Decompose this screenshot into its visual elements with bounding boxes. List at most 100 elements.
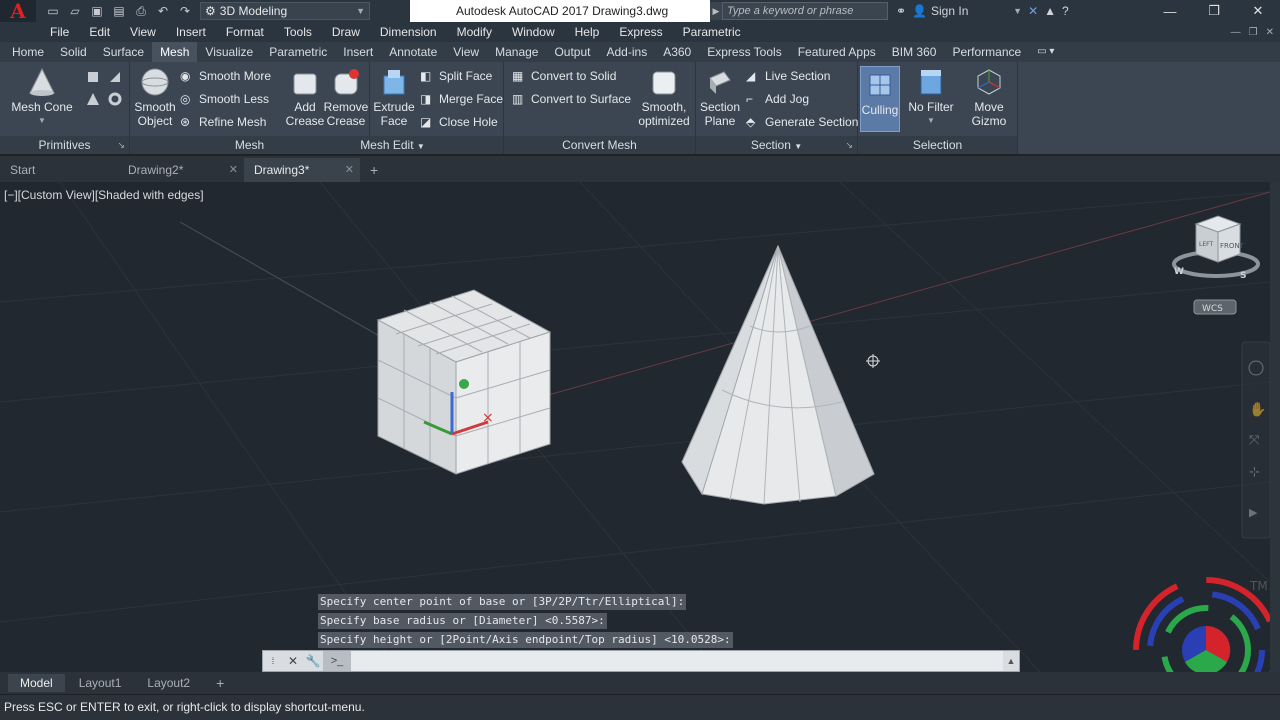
add-crease-button[interactable]: Add Crease	[284, 66, 326, 128]
tab-mesh[interactable]: Mesh	[152, 42, 198, 62]
search-expand-icon[interactable]: ▶	[710, 2, 722, 20]
menu-modify[interactable]: Modify	[447, 25, 502, 39]
menu-tools[interactable]: Tools	[274, 25, 322, 39]
sign-in-button[interactable]: 👤 Sign In ▼	[912, 4, 1022, 18]
new-tab-button[interactable]: +	[360, 158, 388, 182]
mesh-box[interactable]: ×	[376, 289, 552, 475]
exchange-apps-icon[interactable]: ✕	[1028, 4, 1038, 18]
convert-to-solid-button[interactable]: ▦ Convert to Solid	[512, 66, 616, 86]
restore-icon[interactable]: ❐	[1192, 0, 1236, 22]
menu-insert[interactable]: Insert	[166, 25, 216, 39]
live-section-button[interactable]: ◢ Live Section	[746, 66, 830, 86]
save-icon[interactable]: ▣	[88, 2, 106, 20]
orbit-icon[interactable]: ⊹	[1249, 465, 1260, 480]
undo-icon[interactable]: ↶	[154, 2, 172, 20]
stay-connected-icon[interactable]: ▲	[1044, 4, 1056, 18]
tab-featured-apps[interactable]: Featured Apps	[790, 42, 884, 62]
smooth-optimized-dropdown[interactable]: Smooth, optimized	[634, 66, 694, 128]
tab-solid[interactable]: Solid	[52, 42, 95, 62]
tab-insert[interactable]: Insert	[335, 42, 381, 62]
primitive-box-icon[interactable]	[86, 70, 100, 84]
command-input[interactable]	[351, 651, 1003, 671]
search-input[interactable]: Type a keyword or phrase	[722, 2, 888, 20]
extrude-face-button[interactable]: Extrude Face	[372, 66, 416, 128]
showmotion-icon[interactable]: ▶	[1249, 506, 1258, 519]
command-prompt-icon[interactable]: >_	[323, 651, 351, 671]
redo-icon[interactable]: ↷	[176, 2, 194, 20]
panel-title-primitives[interactable]: Primitives ↘	[0, 136, 129, 154]
tab-annotate[interactable]: Annotate	[381, 42, 445, 62]
convert-to-surface-button[interactable]: ▥ Convert to Surface	[512, 89, 631, 109]
merge-face-button[interactable]: ◨ Merge Face	[420, 89, 503, 109]
menu-draw[interactable]: Draw	[322, 25, 370, 39]
tab-add-ins[interactable]: Add-ins	[599, 42, 656, 62]
mesh-cone-button[interactable]: Mesh Cone ▼	[10, 66, 74, 128]
remove-crease-button[interactable]: Remove Crease	[324, 66, 368, 128]
menu-format[interactable]: Format	[216, 25, 274, 39]
command-history-up-icon[interactable]: ▲	[1003, 656, 1019, 666]
workspace-dropdown[interactable]: ⚙ 3D Modeling ▼	[200, 2, 370, 20]
tab-manage[interactable]: Manage	[487, 42, 546, 62]
grip-handle-icon[interactable]: ⁞	[263, 651, 283, 671]
compass-west-label[interactable]: W	[1174, 267, 1184, 277]
viewcube-left-label[interactable]: LEFT	[1199, 241, 1213, 248]
smooth-object-button[interactable]: Smooth Object	[132, 66, 178, 128]
generate-section-button[interactable]: ⬘ Generate Section	[746, 112, 858, 132]
menu-dimension[interactable]: Dimension	[370, 25, 447, 39]
tab-performance[interactable]: Performance	[944, 42, 1029, 62]
doc-close-icon[interactable]: ✕	[1266, 27, 1274, 38]
panel-title-convert-mesh[interactable]: Convert Mesh	[504, 136, 695, 154]
zoom-icon[interactable]: ⤧	[1249, 433, 1260, 448]
application-menu-button[interactable]: A	[0, 0, 36, 23]
viewport-controls-label[interactable]: [−][Custom View][Shaded with edges]	[4, 188, 204, 202]
ribbon-minimize-icon[interactable]: ▭ ▾	[1029, 42, 1062, 62]
layout-tab-model[interactable]: Model	[8, 674, 65, 692]
menu-view[interactable]: View	[120, 25, 166, 39]
panel-title-mesh-edit[interactable]: Mesh Edit ▼	[282, 136, 503, 154]
close-hole-button[interactable]: ◪ Close Hole	[420, 112, 498, 132]
viewcube[interactable]: FRONT LEFT W S	[1172, 215, 1260, 281]
add-jog-button[interactable]: ⌐ Add Jog	[746, 89, 809, 109]
dialog-launcher-icon[interactable]: ↘	[845, 136, 853, 154]
menu-edit[interactable]: Edit	[79, 25, 120, 39]
culling-toggle[interactable]: Culling	[860, 66, 900, 132]
tab-output[interactable]: Output	[546, 42, 598, 62]
menu-help[interactable]: Help	[565, 25, 610, 39]
wcs-menu[interactable]: WCS	[1193, 299, 1237, 315]
tab-a360[interactable]: A360	[655, 42, 699, 62]
minimize-icon[interactable]: —	[1148, 0, 1192, 22]
smooth-more-button[interactable]: ◉ Smooth More	[180, 66, 271, 86]
panel-title-section[interactable]: Section ▼ ↘	[696, 136, 857, 154]
section-plane-button[interactable]: Section Plane	[698, 66, 742, 128]
split-face-button[interactable]: ◧ Split Face	[420, 66, 492, 86]
compass-south-label[interactable]: S	[1240, 271, 1246, 281]
new-file-icon[interactable]: ▭	[44, 2, 62, 20]
menu-express[interactable]: Express	[609, 25, 672, 39]
tab-bim-360[interactable]: BIM 360	[884, 42, 945, 62]
open-file-icon[interactable]: ▱	[66, 2, 84, 20]
new-layout-button[interactable]: +	[204, 674, 236, 692]
customize-wrench-icon[interactable]: 🔧	[303, 651, 323, 671]
primitive-pyramid-icon[interactable]	[86, 92, 100, 106]
layout-tab-layout2[interactable]: Layout2	[135, 674, 202, 692]
menu-parametric[interactable]: Parametric	[673, 25, 751, 39]
layout-tab-layout1[interactable]: Layout1	[67, 674, 134, 692]
tab-express-tools[interactable]: Express Tools	[699, 42, 789, 62]
viewcube-front-label[interactable]: FRONT	[1220, 242, 1245, 250]
dialog-launcher-icon[interactable]: ↘	[117, 136, 125, 154]
refine-mesh-button[interactable]: ⊛ Refine Mesh	[180, 112, 266, 132]
close-icon[interactable]: ✕	[1236, 0, 1280, 22]
help-icon[interactable]: ?	[1062, 4, 1069, 18]
tab-surface[interactable]: Surface	[95, 42, 152, 62]
menu-window[interactable]: Window	[502, 25, 565, 39]
tab-home[interactable]: Home	[4, 42, 52, 62]
primitive-wedge-icon[interactable]	[108, 70, 122, 84]
tab-visualize[interactable]: Visualize	[197, 42, 261, 62]
mesh-cone[interactable]	[681, 244, 875, 505]
binoculars-icon[interactable]: ⚭	[896, 4, 906, 18]
save-as-icon[interactable]: ▤	[110, 2, 128, 20]
doc-minimize-icon[interactable]: —	[1231, 27, 1241, 38]
close-command-line-icon[interactable]: ✕	[283, 651, 303, 671]
plot-icon[interactable]: ⎙	[132, 2, 150, 20]
close-tab-icon[interactable]: ✕	[229, 158, 238, 182]
